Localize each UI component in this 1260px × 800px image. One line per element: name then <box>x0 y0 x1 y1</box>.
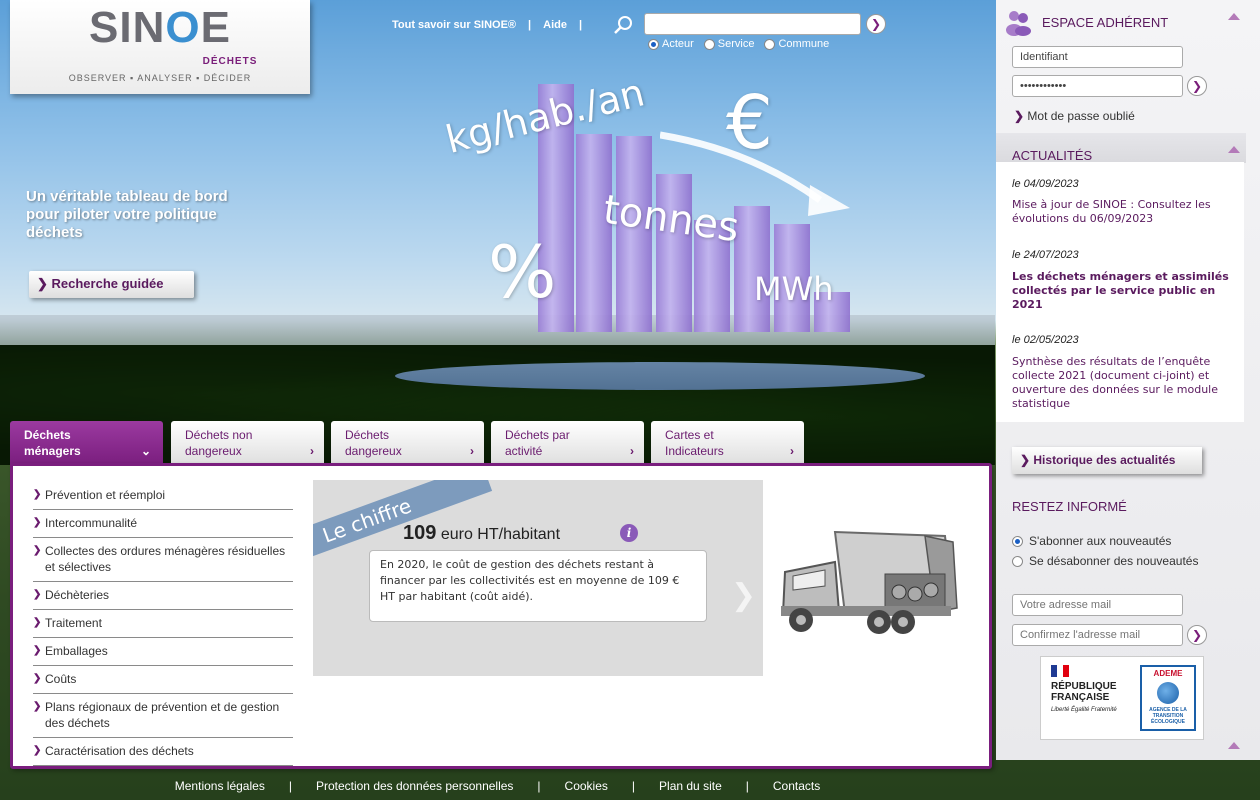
search-scope-radios: Acteur Service Commune <box>648 38 829 50</box>
globe-icon <box>1157 682 1179 704</box>
about-link[interactable]: Tout savoir sur SINOE® <box>392 19 516 31</box>
news-date: le 02/05/2023 <box>1012 334 1079 346</box>
republique-francaise-logo[interactable]: RÉPUBLIQUE FRANÇAISE Liberté Égalité Fra… <box>1051 665 1123 714</box>
submenu-item[interactable]: Collectes des ordures ménagères résiduel… <box>33 538 293 582</box>
footer-link-mentions[interactable]: Mentions légales <box>175 779 265 793</box>
footer-separator: | <box>631 778 636 793</box>
tab-dechets-dangereux[interactable]: Déchets dangereux › <box>331 421 484 463</box>
stay-informed-title: RESTEZ INFORMÉ <box>1012 499 1127 514</box>
tab-dechets-non-dangereux[interactable]: Déchets non dangereux › <box>171 421 324 463</box>
nav-separator: | <box>528 19 532 31</box>
logo-subtitle: DÉCHETS <box>202 56 258 67</box>
submenu-item[interactable]: Plans régionaux de prévention et de gest… <box>33 694 293 738</box>
submenu-item[interactable]: Emballages <box>33 638 293 666</box>
submenu-item[interactable]: Caractérisation des déchets <box>33 738 293 766</box>
footer-links: Mentions légales | Protection des donnée… <box>0 773 995 798</box>
chevron-down-icon: ⌄ <box>140 444 151 458</box>
key-figure-description: En 2020, le coût de gestion des déchets … <box>369 550 707 622</box>
hero-lake <box>395 362 925 390</box>
search-icon[interactable] <box>612 14 634 36</box>
email-field[interactable] <box>1012 594 1183 616</box>
footer-link-cookies[interactable]: Cookies <box>565 779 608 793</box>
nav-separator: | <box>578 19 583 31</box>
radio-commune[interactable]: Commune <box>764 38 829 50</box>
key-figure-box: Le chiffre 109 euro HT/habitant i En 202… <box>313 480 763 676</box>
footer-separator: | <box>288 778 292 793</box>
submenu-list: Prévention et réemploi Intercommunalité … <box>33 482 293 766</box>
footer-link-contacts[interactable]: Contacts <box>773 779 820 793</box>
right-sidebar: ESPACE ADHÉRENT ❯ ❯ Mot de passe oublié … <box>996 0 1260 760</box>
unsubscribe-option[interactable]: Se désabonner des nouveautés <box>1012 554 1198 568</box>
key-figure-ribbon: Le chiffre <box>313 480 493 560</box>
hero-word-percent: % <box>488 230 557 314</box>
radio-button[interactable] <box>764 38 776 50</box>
forgot-password-link[interactable]: ❯ Mot de passe oublié <box>1014 109 1135 123</box>
chevron-right-icon: › <box>630 444 634 458</box>
ademe-logo[interactable]: ADEME AGENCE DE LA TRANSITION ÉCOLOGIQUE <box>1140 665 1196 731</box>
radio-acteur[interactable]: Acteur <box>648 38 694 50</box>
news-item[interactable]: Les déchets ménagers et assimilés collec… <box>1012 270 1236 312</box>
radio-service[interactable]: Service <box>703 38 754 50</box>
logo-wordmark: SINOE <box>89 3 231 52</box>
radio-button[interactable] <box>1012 535 1023 547</box>
garbage-truck-illustration <box>781 530 958 634</box>
radio-button[interactable] <box>1012 555 1023 567</box>
tab-dechets-menagers[interactable]: Déchets ménagers ⌄ <box>10 421 163 465</box>
guided-search-button[interactable]: ❯ Recherche guidée <box>29 271 194 298</box>
top-nav: Tout savoir sur SINOE® | Aide | <box>392 19 582 31</box>
news-history-button[interactable]: ❯ Historique des actualités <box>1012 447 1202 474</box>
news-date: le 24/07/2023 <box>1012 249 1079 261</box>
subscribe-option[interactable]: S'abonner aux nouveautés <box>1012 534 1171 548</box>
news-date: le 04/09/2023 <box>1012 178 1079 190</box>
search-submit-button[interactable]: ❯ <box>866 14 886 34</box>
news-item[interactable]: Mise à jour de SINOE : Consultez les évo… <box>1012 198 1236 226</box>
chevron-right-icon: › <box>310 444 314 458</box>
news-item[interactable]: Synthèse des résultats de l’enquête coll… <box>1012 355 1236 411</box>
hero-bar <box>734 206 770 332</box>
radio-button[interactable] <box>648 38 659 50</box>
key-figure-value: 109 euro HT/habitant <box>403 522 561 544</box>
tab-dechets-par-activite[interactable]: Déchets par activité › <box>491 421 644 463</box>
submenu-item[interactable]: Prévention et réemploi <box>33 482 293 510</box>
info-icon[interactable]: i <box>620 524 638 542</box>
member-area-title: ESPACE ADHÉRENT <box>1042 15 1169 30</box>
chevron-right-icon: › <box>790 444 794 458</box>
search-input[interactable] <box>644 13 861 35</box>
tab-content-panel: Prévention et réemploi Intercommunalité … <box>10 463 992 769</box>
collapse-icon[interactable] <box>1228 13 1240 20</box>
subscribe-submit-button[interactable]: ❯ <box>1187 625 1207 645</box>
next-figure-arrow-icon[interactable]: ❯ <box>731 578 756 613</box>
submenu-item[interactable]: Traitement <box>33 610 293 638</box>
logo-tagline: OBSERVER ▪ ANALYSER ▪ DÉCIDER <box>68 73 252 83</box>
site-logo[interactable]: SINOE DÉCHETS OBSERVER ▪ ANALYSER ▪ DÉCI… <box>10 0 310 94</box>
footer-link-sitemap[interactable]: Plan du site <box>659 779 722 793</box>
footer-link-privacy[interactable]: Protection des données personnelles <box>316 779 513 793</box>
hero-word-euro: € <box>726 80 774 166</box>
email-confirm-field[interactable] <box>1012 624 1183 646</box>
hero-tagline: Un véritable tableau de bord pour pilote… <box>26 188 228 241</box>
radio-button[interactable] <box>703 38 715 50</box>
chevron-right-icon: › <box>470 444 474 458</box>
partner-logos: RÉPUBLIQUE FRANÇAISE Liberté Égalité Fra… <box>1040 656 1204 740</box>
footer-separator: | <box>745 778 749 793</box>
collapse-icon[interactable] <box>1228 146 1240 153</box>
submenu-item[interactable]: Déchèteries <box>33 582 293 610</box>
login-submit-button[interactable]: ❯ <box>1187 76 1207 96</box>
footer-separator: | <box>537 778 541 793</box>
scroll-top-icon[interactable] <box>1228 742 1240 749</box>
news-list: le 04/09/2023 Mise à jour de SINOE : Con… <box>996 162 1244 422</box>
submenu-item[interactable]: Coûts <box>33 666 293 694</box>
login-field[interactable] <box>1012 46 1183 68</box>
hero-word-mwh: MWh <box>754 270 834 308</box>
tab-cartes-indicateurs[interactable]: Cartes et Indicateurs › <box>651 421 804 463</box>
french-flag-icon <box>1051 665 1069 677</box>
password-field[interactable] <box>1012 75 1183 97</box>
help-link[interactable]: Aide <box>543 19 567 31</box>
submenu-item[interactable]: Intercommunalité <box>33 510 293 538</box>
